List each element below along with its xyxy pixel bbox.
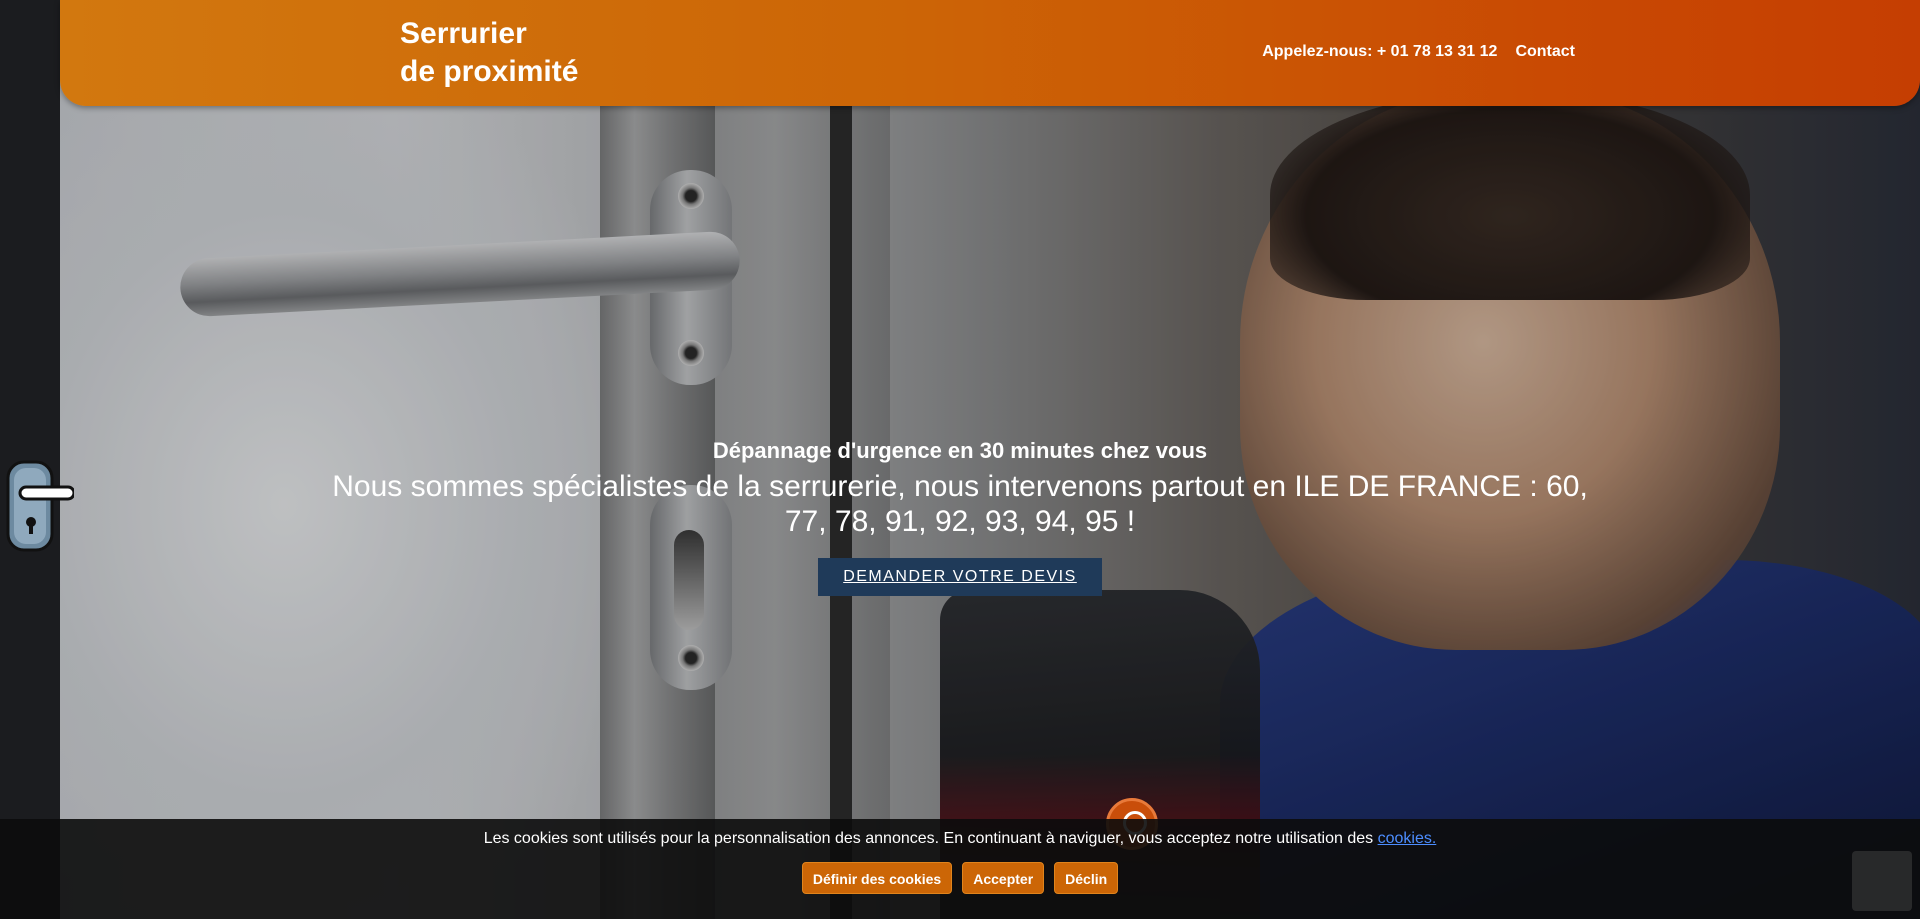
define-cookies-button[interactable]: Définir des cookies bbox=[801, 862, 953, 894]
contact-link[interactable]: Contact bbox=[1515, 43, 1575, 61]
site-logo[interactable]: Serrurier de proximité bbox=[400, 15, 578, 91]
logo-line-1: Serrurier bbox=[400, 17, 527, 50]
cookie-buttons: Définir des cookies Accepter Déclin bbox=[0, 862, 1920, 894]
cookie-bar: Les cookies sont utilisés pour la person… bbox=[0, 819, 1920, 919]
site-header: Serrurier de proximité Appelez-nous: + 0… bbox=[60, 0, 1920, 106]
hero-subtitle: Dépannage d'urgence en 30 minutes chez v… bbox=[712, 438, 1208, 463]
cookie-policy-link[interactable]: cookies. bbox=[1378, 830, 1437, 847]
logo-line-2: de proximité bbox=[400, 55, 579, 88]
hero-content: Dépannage d'urgence en 30 minutes chez v… bbox=[320, 435, 1600, 596]
cookie-message: Les cookies sont utilisés pour la person… bbox=[0, 830, 1920, 848]
accept-cookies-button[interactable]: Accepter bbox=[962, 862, 1045, 894]
cookie-text: Les cookies sont utilisés pour la person… bbox=[483, 830, 1374, 847]
phone-link[interactable]: Appelez-nous: + 01 78 13 31 12 bbox=[1262, 43, 1497, 61]
main-nav: Appelez-nous: + 01 78 13 31 12 Contact bbox=[1262, 43, 1575, 61]
request-quote-button[interactable]: DEMANDER VOTRE DEVIS bbox=[818, 558, 1102, 596]
door-handle-icon[interactable] bbox=[4, 460, 74, 552]
decline-cookies-button[interactable]: Déclin bbox=[1054, 862, 1119, 894]
hero-title: Nous sommes spécialistes de la serrureri… bbox=[332, 470, 1588, 538]
recaptcha-icon[interactable] bbox=[1852, 851, 1912, 911]
